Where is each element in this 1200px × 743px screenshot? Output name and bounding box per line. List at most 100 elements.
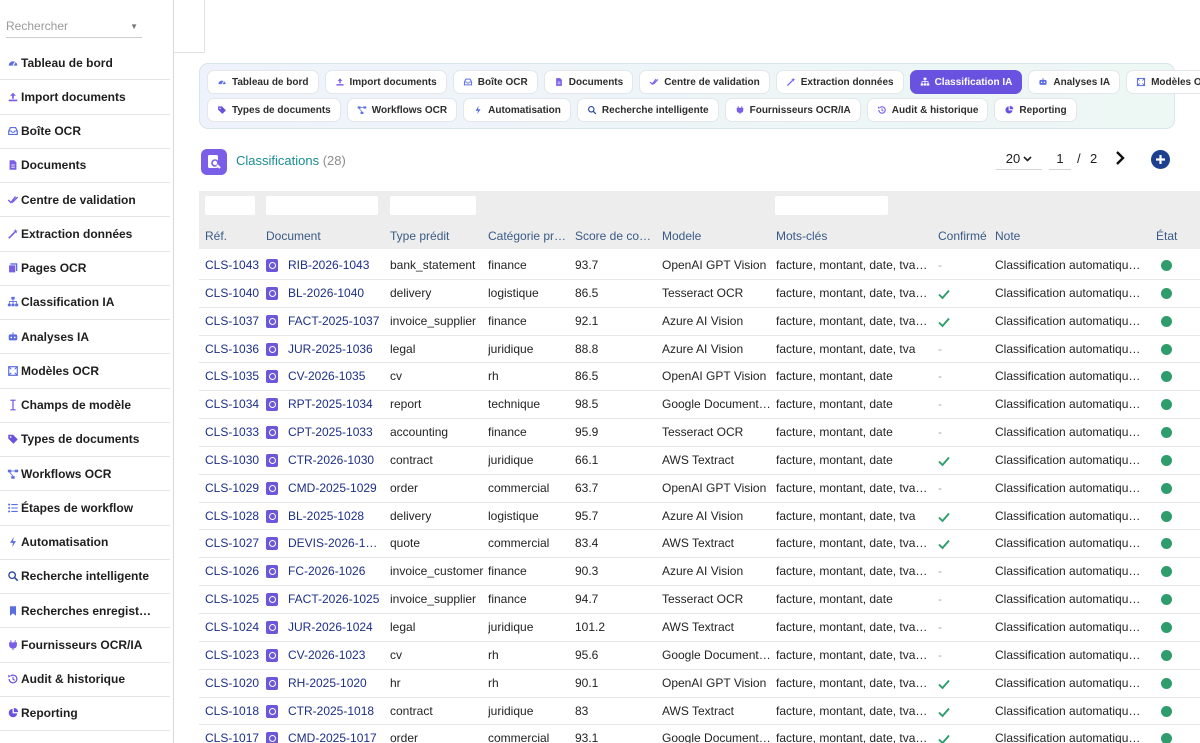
ref-link[interactable]: CLS-1026 xyxy=(205,558,261,585)
table-row[interactable]: CLS-1030 CTR-2026-1030 contract juridique 66… xyxy=(199,447,1200,475)
tab-tableau-de-bord[interactable]: Tableau de bord xyxy=(207,70,319,94)
table-row[interactable]: CLS-1018 CTR-2025-1018 contract juridique 83… xyxy=(199,698,1200,726)
page-size-select[interactable]: 20 xyxy=(996,148,1042,170)
column-header-category[interactable]: Catégorie pr… xyxy=(488,229,568,243)
sidebar-item-documents[interactable]: Documents xyxy=(0,149,170,183)
document-link[interactable]: JUR-2025-1036 xyxy=(288,336,384,363)
table-row[interactable]: CLS-1040 BL-2026-1040 delivery logistique 86… xyxy=(199,280,1200,308)
filter-keywords-input[interactable] xyxy=(775,196,888,215)
ref-link[interactable]: CLS-1027 xyxy=(205,530,261,557)
ref-link[interactable]: CLS-1023 xyxy=(205,642,261,669)
tab-audit-historique[interactable]: Audit & historique xyxy=(866,98,989,122)
filter-ref-input[interactable] xyxy=(205,196,255,215)
table-row[interactable]: CLS-1023 CV-2026-1023 cv rh 95.6 Google Docum… xyxy=(199,642,1200,670)
document-link[interactable]: RH-2025-1020 xyxy=(288,670,384,697)
ref-link[interactable]: CLS-1035 xyxy=(205,363,261,390)
ref-link[interactable]: CLS-1034 xyxy=(205,391,261,418)
sidebar-item-reporting[interactable]: Reporting xyxy=(0,697,170,731)
column-header-type[interactable]: Type prédit xyxy=(390,229,484,243)
column-header-note[interactable]: Note xyxy=(995,229,1147,243)
table-row[interactable]: CLS-1027 DEVIS-2026-1027 quote commercial 83… xyxy=(199,530,1200,559)
tab-reporting[interactable]: Reporting xyxy=(994,98,1077,122)
sidebar-item-analyses-ia[interactable]: Analyses IA xyxy=(0,320,170,355)
document-link[interactable]: BL-2025-1028 xyxy=(288,503,384,530)
table-row[interactable]: CLS-1033 CPT-2025-1033 accounting finance 95… xyxy=(199,419,1200,447)
table-row[interactable]: CLS-1017 CMD-2025-1017 order commercial 93.1… xyxy=(199,725,1200,743)
ref-link[interactable]: CLS-1037 xyxy=(205,308,261,335)
tab-types-de-documents[interactable]: Types de documents xyxy=(207,98,341,122)
document-link[interactable]: FACT-2025-1037 xyxy=(288,308,384,335)
tab-classification-ia[interactable]: Classification IA xyxy=(909,70,1023,94)
chevron-down-icon[interactable]: ▼ xyxy=(130,22,138,31)
table-row[interactable]: CLS-1020 RH-2025-1020 hr rh 90.1 OpenAI GPT V… xyxy=(199,670,1200,698)
document-link[interactable]: DEVIS-2026-1027 xyxy=(288,530,384,557)
tab-import-documents[interactable]: Import documents xyxy=(324,70,447,94)
document-link[interactable]: BL-2026-1040 xyxy=(288,280,384,307)
column-header-state[interactable]: État xyxy=(1156,229,1200,243)
table-row[interactable]: CLS-1025 FACT-2026-1025 invoice_supplier fi… xyxy=(199,586,1200,614)
sidebar-item-types-de-documents[interactable]: Types de documents xyxy=(0,423,170,457)
column-header-keywords[interactable]: Mots-clés xyxy=(776,229,930,243)
ref-link[interactable]: CLS-1025 xyxy=(205,586,261,613)
tab-centre-de-validation[interactable]: Centre de validation xyxy=(639,70,770,94)
table-row[interactable]: CLS-1028 BL-2025-1028 delivery logistique 95… xyxy=(199,503,1200,531)
column-header-document[interactable]: Document xyxy=(266,229,384,243)
document-link[interactable]: CTR-2026-1030 xyxy=(288,447,384,474)
add-button[interactable] xyxy=(1151,150,1170,169)
column-header-ref[interactable]: Réf. xyxy=(205,229,261,243)
sidebar-item-audit-historique[interactable]: Audit & historique xyxy=(0,663,170,697)
tab-recherche-intelligente[interactable]: Recherche intelligente xyxy=(576,98,719,122)
document-link[interactable]: CMD-2025-1029 xyxy=(288,475,384,502)
ref-link[interactable]: CLS-1036 xyxy=(205,336,261,363)
sidebar-item-classification-ia[interactable]: Classification IA xyxy=(0,286,170,320)
table-row[interactable]: CLS-1043 RIB-2026-1043 bank_statement finan… xyxy=(199,252,1200,280)
sidebar-item-recherches-enregist[interactable]: Recherches enregist… xyxy=(0,594,170,629)
document-link[interactable]: JUR-2026-1024 xyxy=(288,614,384,641)
document-link[interactable]: CV-2026-1023 xyxy=(288,642,384,669)
ref-link[interactable]: CLS-1020 xyxy=(205,670,261,697)
sidebar-item-modèles-ocr[interactable]: Modèles OCR xyxy=(0,354,170,389)
ref-link[interactable]: CLS-1018 xyxy=(205,698,261,725)
document-link[interactable]: RPT-2025-1034 xyxy=(288,391,384,418)
sidebar-item-import-documents[interactable]: Import documents xyxy=(0,80,170,115)
document-link[interactable]: FC-2026-1026 xyxy=(288,558,384,585)
ref-link[interactable]: CLS-1040 xyxy=(205,280,261,307)
sidebar-item-tableau-de-bord[interactable]: Tableau de bord xyxy=(0,46,170,81)
sidebar-item-automatisation[interactable]: Automatisation xyxy=(0,526,170,560)
table-row[interactable]: CLS-1029 CMD-2025-1029 order commercial 63.7… xyxy=(199,475,1200,503)
sidebar-item-champs-de-modèle[interactable]: Champs de modèle xyxy=(0,389,170,423)
document-link[interactable]: CMD-2025-1017 xyxy=(288,725,384,743)
tab-automatisation[interactable]: Automatisation xyxy=(463,98,571,122)
ref-link[interactable]: CLS-1028 xyxy=(205,503,261,530)
document-link[interactable]: CPT-2025-1033 xyxy=(288,419,384,446)
ref-link[interactable]: CLS-1033 xyxy=(205,419,261,446)
next-page-icon[interactable] xyxy=(1112,149,1128,167)
sidebar-item-étapes-de-workflow[interactable]: Étapes de workflow xyxy=(0,491,170,526)
tab-workflows-ocr[interactable]: Workflows OCR xyxy=(346,98,458,122)
sidebar-item-boîte-ocr[interactable]: Boîte OCR xyxy=(0,115,170,149)
sidebar-item-fournisseurs-ocr-ia[interactable]: Fournisseurs OCR/IA xyxy=(0,628,170,663)
tab-analyses-ia[interactable]: Analyses IA xyxy=(1028,70,1121,94)
search-box[interactable]: ▼ xyxy=(6,14,142,38)
search-input[interactable] xyxy=(6,14,126,33)
document-link[interactable]: RIB-2026-1043 xyxy=(288,252,384,279)
document-link[interactable]: CV-2026-1035 xyxy=(288,363,384,390)
filter-document-input[interactable] xyxy=(266,196,378,215)
table-row[interactable]: CLS-1024 JUR-2026-1024 legal juridique 101.2… xyxy=(199,614,1200,642)
ref-link[interactable]: CLS-1024 xyxy=(205,614,261,641)
tab-documents[interactable]: Documents xyxy=(543,70,634,94)
sidebar-item-workflows-ocr[interactable]: Workflows OCR xyxy=(0,457,170,492)
document-link[interactable]: FACT-2026-1025 xyxy=(288,586,384,613)
document-link[interactable]: CTR-2025-1018 xyxy=(288,698,384,725)
table-row[interactable]: CLS-1037 FACT-2025-1037 invoice_supplier fi… xyxy=(199,308,1200,336)
tab-extraction-données[interactable]: Extraction données xyxy=(775,70,904,94)
tab-fournisseurs-ocr-ia[interactable]: Fournisseurs OCR/IA xyxy=(724,98,861,122)
column-header-score[interactable]: Score de co… xyxy=(575,229,655,243)
table-row[interactable]: CLS-1035 CV-2026-1035 cv rh 86.5 OpenAI GPT V… xyxy=(199,363,1200,392)
ref-link[interactable]: CLS-1017 xyxy=(205,725,261,743)
sidebar-item-pages-ocr[interactable]: Pages OCR xyxy=(0,252,170,286)
page-number-input[interactable]: 1 xyxy=(1049,148,1071,170)
sidebar-item-extraction-données[interactable]: Extraction données xyxy=(0,217,170,252)
tab-boîte-ocr[interactable]: Boîte OCR xyxy=(452,70,538,94)
tab-modèles-ocr[interactable]: Modèles OCR xyxy=(1126,70,1200,94)
